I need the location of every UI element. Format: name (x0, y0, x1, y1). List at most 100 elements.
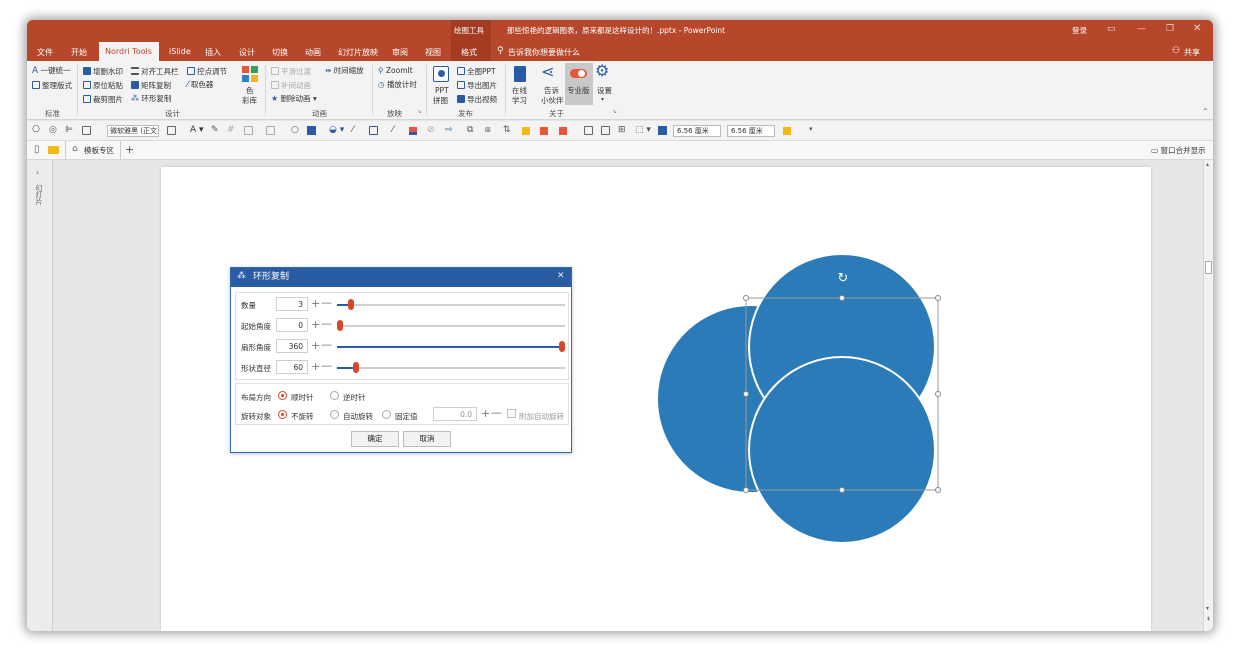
export-video-button[interactable]: 导出视频 (457, 95, 497, 104)
minus-icon[interactable]: — (321, 318, 332, 329)
tab-format[interactable]: 格式 (461, 47, 477, 58)
minus-icon[interactable]: — (321, 297, 332, 308)
align-toolbar-button[interactable]: 对齐工具栏 (131, 67, 179, 76)
tell-me-box[interactable]: 告诉我你想要做什么 (508, 47, 580, 58)
folder-icon[interactable] (48, 146, 59, 154)
minus-icon[interactable]: — (321, 360, 332, 371)
ring-copy-button[interactable]: ⁂ 环形复制 (131, 95, 171, 103)
arrow-shape-icon[interactable]: ⇨ (445, 126, 453, 135)
resize-handle[interactable] (743, 391, 749, 397)
export-image-button[interactable]: 导出图片 (457, 81, 497, 90)
start-angle-slider-thumb[interactable] (337, 320, 343, 331)
count-input[interactable]: 3 (276, 297, 308, 311)
merge-window-button[interactable]: ▭ 窗口合并显示 (1151, 147, 1205, 155)
play-timer-button[interactable]: ◷ 播放计时 (378, 81, 417, 89)
layers-icon[interactable]: ⧈ (485, 126, 491, 135)
tab-slideshow[interactable]: 幻灯片放映 (338, 47, 378, 58)
resize-handle[interactable] (935, 295, 941, 301)
color-picker-button[interactable]: ⁄ 取色器 (187, 81, 213, 90)
paste-in-place-button[interactable]: 原位粘贴 (83, 81, 123, 90)
minimize-icon[interactable]: — (1137, 25, 1146, 34)
tab-review[interactable]: 审阅 (392, 47, 408, 58)
login-link[interactable]: 登录 (1072, 27, 1087, 35)
zoomit-button[interactable]: ⚲ ZoomIt (378, 67, 413, 75)
tab-view[interactable]: 视图 (425, 47, 441, 58)
tab-design[interactable]: 设计 (239, 47, 255, 58)
line-icon[interactable]: ⁄ (352, 126, 354, 135)
scroll-up-icon[interactable]: ▴ (1206, 162, 1209, 168)
watermark-button[interactable]: 增删水印 (83, 67, 123, 76)
template-tab[interactable]: 模板专区 (84, 147, 114, 155)
outline-icon[interactable] (369, 126, 378, 135)
shape-diameter-slider-thumb[interactable] (352, 362, 359, 373)
settings-dropdown-icon[interactable]: ▾ (601, 97, 604, 103)
distribute-icon[interactable]: ⊞ (618, 126, 626, 135)
vertical-scrollbar[interactable]: ▴ ▾ ⇞ (1203, 160, 1213, 631)
tab-animations[interactable]: 动画 (305, 47, 321, 58)
tab-home[interactable]: 开始 (71, 47, 87, 58)
plus-icon[interactable]: + (311, 319, 320, 330)
auto-rotate-radio[interactable] (330, 410, 339, 419)
shape-width-input[interactable]: 6.56 厘米 (673, 125, 721, 137)
no-rotate-radio[interactable] (278, 410, 287, 419)
crop-frame-icon[interactable] (601, 126, 610, 135)
resize-handle[interactable] (935, 487, 941, 493)
launcher-icon[interactable]: ↘ (417, 109, 422, 115)
control-point-button[interactable]: 控点调节 (187, 67, 227, 76)
share-nodes-icon[interactable]: ⋖ (541, 64, 554, 80)
delete-animation-button[interactable]: ★ 删除动画 ▾ (271, 95, 317, 103)
color-swap-icon[interactable] (783, 127, 791, 135)
unify-button[interactable]: A 一键统一 (32, 67, 71, 76)
align-left-icon[interactable]: ⊫ (65, 126, 73, 135)
ungroup-icon[interactable] (559, 127, 567, 135)
tab-nordri-tools[interactable]: Nordri Tools (105, 47, 152, 56)
plus-icon[interactable]: + (311, 298, 320, 309)
cancel-button[interactable]: 取消 (403, 431, 451, 447)
counterclockwise-radio[interactable] (330, 391, 339, 400)
plus-icon[interactable]: + (311, 340, 320, 351)
copy-icon[interactable]: ⧉ (467, 126, 473, 135)
resize-handle[interactable] (743, 295, 749, 301)
count-slider-track[interactable] (337, 304, 565, 306)
shape-diameter-slider-track[interactable] (337, 367, 565, 369)
dialog-close-icon[interactable]: ✕ (557, 272, 565, 281)
font-color-icon[interactable]: A ▾ (190, 126, 204, 135)
scroll-thumb[interactable] (1205, 261, 1212, 274)
add-tab-icon[interactable]: + (125, 144, 134, 155)
link-icon[interactable]: ⊘ (427, 126, 435, 135)
start-angle-input[interactable]: 0 (276, 318, 308, 332)
layout-button[interactable]: 整理版式 (32, 81, 72, 90)
tab-islide[interactable]: iSlide (169, 47, 191, 56)
decrease-fixed-icon[interactable]: — (491, 407, 502, 418)
time-scale-button[interactable]: ⇹ 时间缩放 (325, 67, 364, 75)
ppt-puzzle-icon[interactable] (433, 66, 449, 82)
increase-fixed-icon[interactable]: + (481, 408, 490, 419)
extra-rotate-checkbox[interactable] (507, 409, 516, 418)
tab-insert[interactable]: 插入 (205, 47, 221, 58)
sector-angle-input[interactable]: 360 (276, 339, 308, 353)
scroll-down-icon[interactable]: ▾ (1206, 606, 1209, 612)
clockwise-radio[interactable] (278, 391, 287, 400)
circle-group[interactable]: ↻ (651, 237, 971, 557)
tween-animation-button[interactable]: 补间动画 (271, 81, 311, 90)
image-insert-icon[interactable] (266, 126, 275, 135)
fixed-value-input[interactable]: 0.0 (433, 407, 477, 421)
brush-icon[interactable]: ⁄ (392, 126, 394, 135)
settings-gear-icon[interactable]: ⚙ (595, 63, 609, 79)
share-button[interactable]: 共享 (1184, 47, 1200, 58)
hash-icon[interactable]: # (227, 126, 235, 135)
group-icon[interactable] (540, 127, 548, 135)
text-direction-icon[interactable]: ⇅ (503, 126, 511, 135)
circle-shape-bottom[interactable] (748, 356, 936, 544)
book-icon[interactable] (514, 66, 526, 82)
fixed-value-radio[interactable] (382, 410, 391, 419)
resize-handle[interactable] (743, 487, 749, 493)
prev-slide-icon[interactable]: ⇞ (1206, 617, 1211, 623)
close-icon[interactable]: ✕ (1193, 24, 1201, 34)
circle-shape-icon[interactable]: ○ (291, 126, 299, 135)
table-icon[interactable] (244, 126, 253, 135)
lock-icon[interactable]: ⎔ (32, 126, 40, 135)
frame-icon[interactable] (584, 126, 593, 135)
pen-icon[interactable]: ✎ (211, 126, 219, 135)
shape-icon[interactable] (82, 126, 91, 135)
